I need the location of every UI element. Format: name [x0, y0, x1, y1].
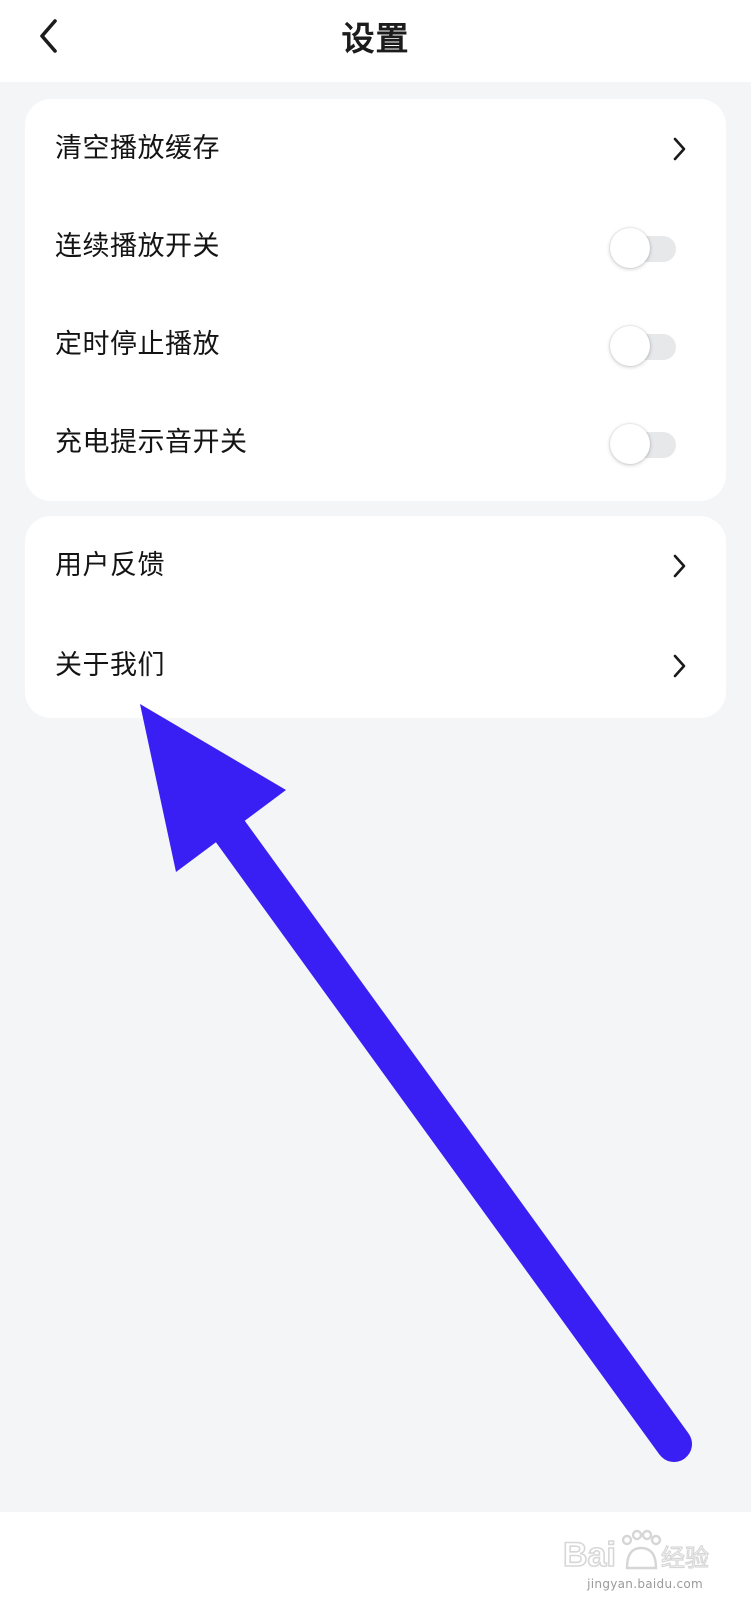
chevron-right-icon: [673, 554, 686, 578]
settings-group-playback: 清空播放缓存 连续播放开关 定时停止播放 充电提示音开关: [25, 99, 726, 501]
setting-label: 充电提示音开关: [55, 427, 248, 458]
page-title: 设置: [341, 19, 410, 58]
setting-row-continuous-play: 连续播放开关: [25, 197, 726, 297]
toggle-knob: [610, 424, 650, 464]
baidu-jingyan-logo: Bai 经验: [562, 1529, 710, 1575]
svg-text:经验: 经验: [661, 1544, 709, 1572]
toggle-knob: [610, 228, 650, 268]
setting-row-about-us[interactable]: 关于我们: [25, 616, 726, 716]
setting-label: 定时停止播放: [55, 329, 220, 360]
setting-label: 用户反馈: [55, 550, 165, 581]
timer-stop-toggle[interactable]: [610, 326, 676, 366]
settings-group-about: 用户反馈 关于我们: [25, 516, 726, 718]
watermark-subtext: jingyan.baidu.com: [587, 1577, 703, 1591]
setting-row-feedback[interactable]: 用户反馈: [25, 516, 726, 616]
setting-row-charging-sound: 充电提示音开关: [25, 393, 726, 493]
chevron-right-icon: [673, 137, 686, 161]
setting-label: 清空播放缓存: [55, 133, 220, 164]
continuous-play-toggle[interactable]: [610, 228, 676, 268]
charging-sound-toggle[interactable]: [610, 424, 676, 464]
setting-row-clear-cache[interactable]: 清空播放缓存: [25, 99, 726, 199]
navigation-bar: 设置: [0, 0, 751, 82]
toggle-knob: [610, 326, 650, 366]
setting-row-timer-stop: 定时停止播放: [25, 295, 726, 395]
setting-label: 关于我们: [55, 650, 165, 681]
svg-text:Bai: Bai: [563, 1536, 616, 1574]
setting-label: 连续播放开关: [55, 231, 220, 262]
chevron-right-icon: [673, 654, 686, 678]
